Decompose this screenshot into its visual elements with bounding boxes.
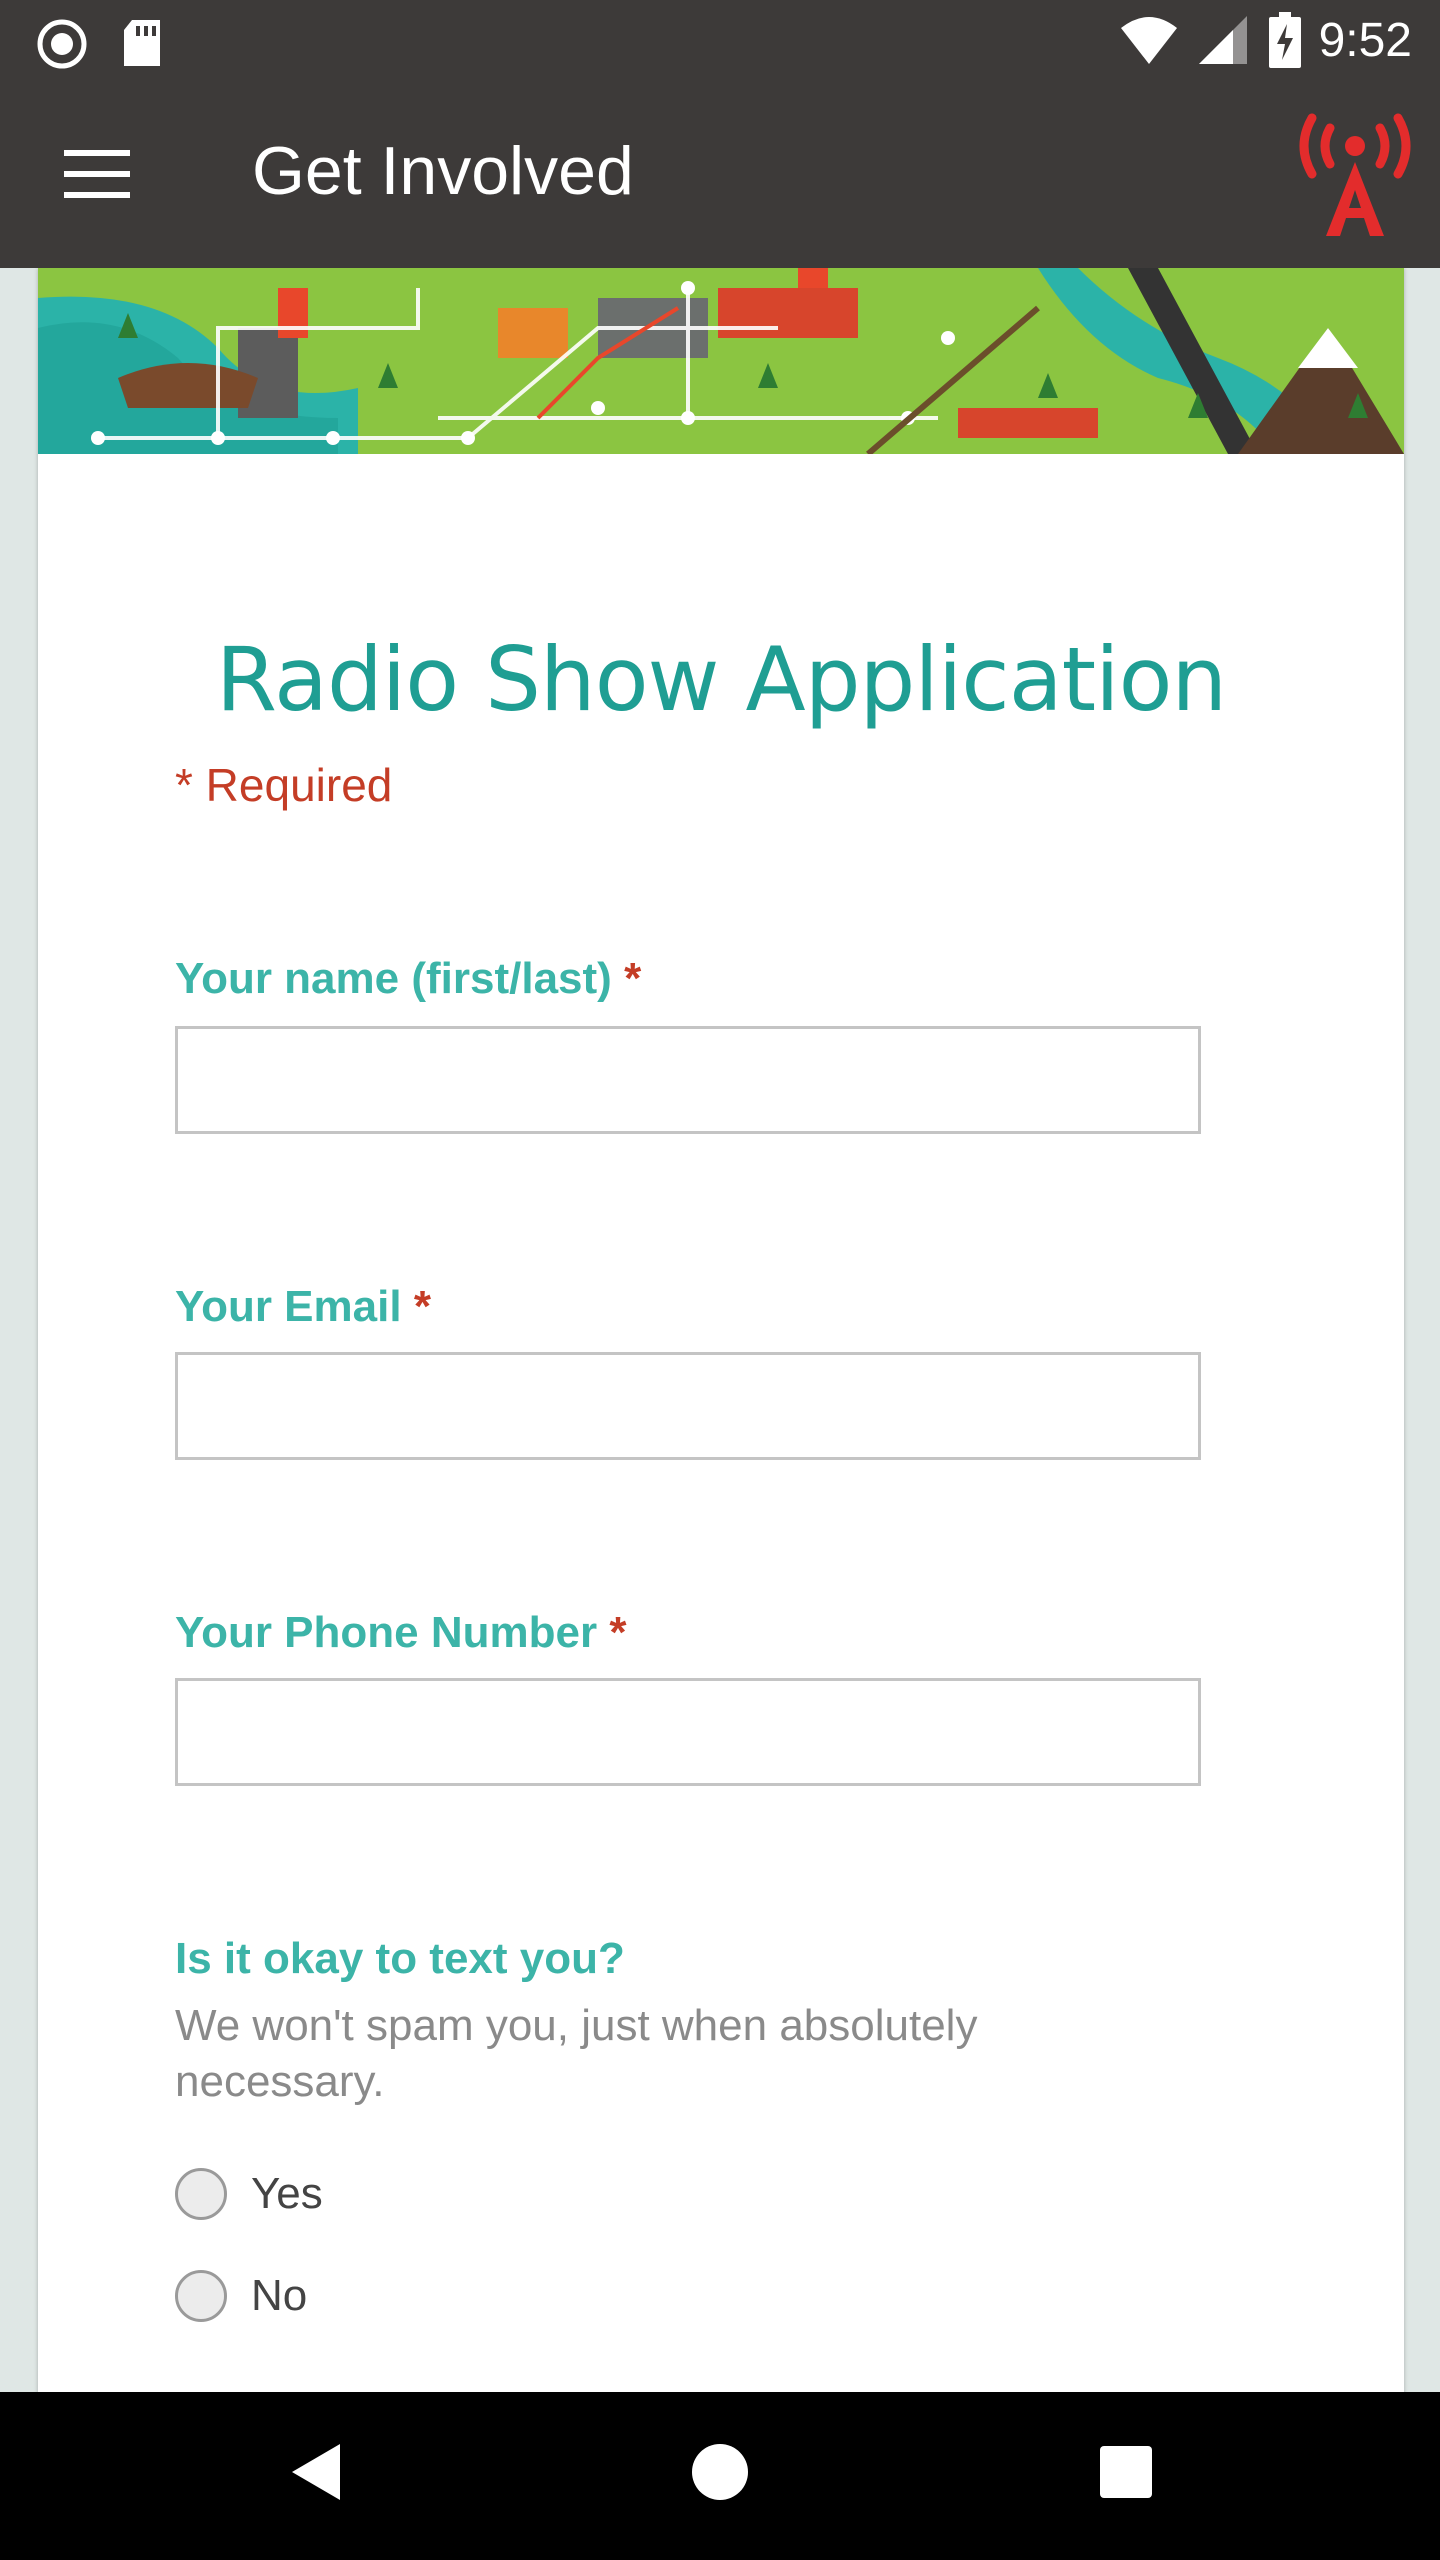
cell-signal-icon <box>1198 16 1247 64</box>
back-triangle-icon <box>292 2444 340 2500</box>
name-question-label: Your name (first/last) * <box>175 954 641 1004</box>
text-permission-help-text: We won't spam you, just when absolutely … <box>175 2001 978 2106</box>
status-time: 9:52 <box>1318 13 1412 67</box>
sd-card-icon <box>124 20 160 66</box>
station-logo[interactable] <box>1290 112 1420 238</box>
app-bar: Get Involved <box>0 88 1440 268</box>
content-area[interactable]: Radio Show Application * Required Your n… <box>0 268 1440 2392</box>
phone-label-text: Your Phone Number <box>175 1608 598 1657</box>
status-bar: 9:52 <box>0 0 1440 88</box>
system-nav-bar <box>0 2392 1440 2560</box>
phone-question-label: Your Phone Number * <box>175 1608 626 1658</box>
battery-charging-icon <box>1268 12 1301 68</box>
email-question-label: Your Email * <box>175 1282 431 1332</box>
recents-square-icon <box>1100 2446 1152 2498</box>
menu-button[interactable] <box>62 144 134 204</box>
back-button[interactable] <box>288 2440 344 2509</box>
form-title: Radio Show Application <box>215 628 1227 731</box>
radio-button-yes[interactable] <box>175 2168 227 2220</box>
required-asterisk: * <box>413 1282 431 1331</box>
radio-label-no: No <box>251 2271 308 2320</box>
text-permission-question-label: Is it okay to text you? <box>175 1934 625 1983</box>
home-circle-icon <box>692 2444 748 2500</box>
required-asterisk: * <box>609 1608 627 1657</box>
hamburger-menu-icon <box>64 150 130 198</box>
record-icon <box>37 19 87 69</box>
required-asterisk: * <box>624 954 642 1003</box>
radio-option-yes[interactable]: Yes <box>175 2168 323 2220</box>
required-note: * Required <box>175 759 393 811</box>
email-input[interactable] <box>175 1352 1201 1460</box>
radio-button-no[interactable] <box>175 2270 227 2322</box>
wifi-icon <box>1120 17 1177 64</box>
form-card: Radio Show Application * Required Your n… <box>38 268 1404 2392</box>
name-input[interactable] <box>175 1026 1201 1134</box>
city-map-banner-image <box>38 268 1404 454</box>
radio-label-yes: Yes <box>251 2169 323 2218</box>
home-button[interactable] <box>690 2440 750 2509</box>
radio-tower-logo-icon <box>1299 113 1411 236</box>
radio-option-no[interactable]: No <box>175 2270 307 2322</box>
email-label-text: Your Email <box>175 1282 402 1331</box>
phone-input[interactable] <box>175 1678 1201 1786</box>
recents-button[interactable] <box>1098 2440 1154 2509</box>
app-title: Get Involved <box>252 133 634 209</box>
name-label-text: Your name (first/last) <box>175 954 612 1003</box>
